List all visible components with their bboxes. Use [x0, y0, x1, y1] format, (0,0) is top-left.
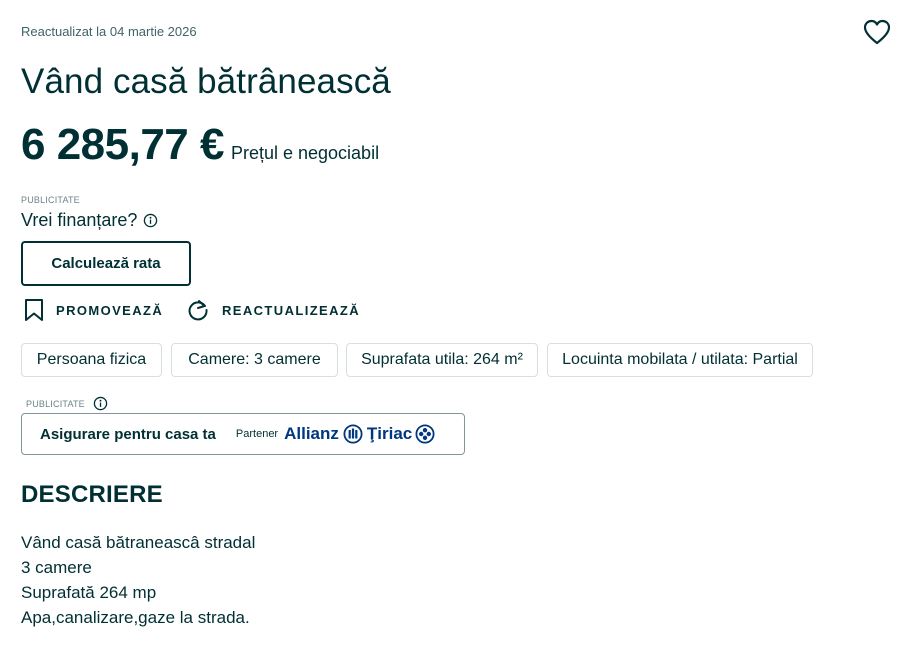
description-line: Vând casă bătraneascâ stradal [21, 533, 256, 552]
insurance-ad-label-row: PUBLICITATE [26, 396, 108, 411]
calculate-rate-button[interactable]: Calculează rata [21, 241, 191, 286]
promote-label: PROMOVEAZĂ [56, 302, 164, 318]
attribute-chip: Locuinta mobilata / utilata: Partial [547, 343, 813, 377]
description-body: Vând casă bătraneascâ stradal 3 camere S… [21, 530, 255, 630]
promote-button[interactable]: PROMOVEAZĂ [24, 298, 163, 322]
favorite-button[interactable] [862, 18, 892, 46]
heart-outline-icon [863, 19, 891, 45]
financing-question: Vrei finanțare? [21, 210, 138, 230]
info-circle-icon[interactable] [143, 213, 158, 228]
info-circle-icon[interactable] [93, 396, 108, 411]
listing-title: Vând casă bătrânească [21, 62, 391, 101]
refresh-button[interactable]: REACTUALIZEAZĂ [186, 298, 360, 322]
description-line: Apa,canalizare,gaze la strada. [21, 608, 250, 627]
tiriac-cross-icon [415, 424, 435, 444]
brand-right: Ţiriac [366, 424, 413, 443]
partner-label: Partener [235, 428, 279, 440]
bookmark-icon [25, 299, 43, 321]
refresh-label: REACTUALIZEAZĂ [222, 302, 361, 318]
description-line: 3 camere [21, 558, 92, 577]
attribute-chip: Camere: 3 camere [171, 343, 338, 377]
insurance-banner[interactable]: Asigurare pentru casa ta Partener Allian… [21, 413, 465, 455]
refresh-icon [188, 300, 208, 321]
description-line: Suprafată 264 mp [21, 583, 157, 602]
price: 6 285,77 € [21, 120, 224, 169]
financing-question-row: Vrei finanțare? [21, 210, 158, 231]
attribute-chip: Suprafata utila: 264 m² [346, 343, 538, 377]
price-row: 6 285,77 € Prețul e negociabil [21, 120, 379, 170]
ad-label-insurance: PUBLICITATE [26, 398, 85, 409]
allianz-tiriac-logo: Allianz Ţiriac [284, 424, 439, 444]
updated-date: Reactualizat la 04 martie 2026 [21, 24, 197, 39]
brand-left: Allianz [284, 424, 339, 443]
negotiable-label: Prețul e negociabil [230, 143, 380, 163]
allianz-eagle-icon [343, 424, 363, 444]
description-title: DESCRIERE [21, 481, 163, 508]
attribute-chip: Persoana fizica [21, 343, 162, 377]
ad-label-financing: PUBLICITATE [21, 195, 80, 205]
insurance-text: Asigurare pentru casa ta [40, 425, 216, 443]
